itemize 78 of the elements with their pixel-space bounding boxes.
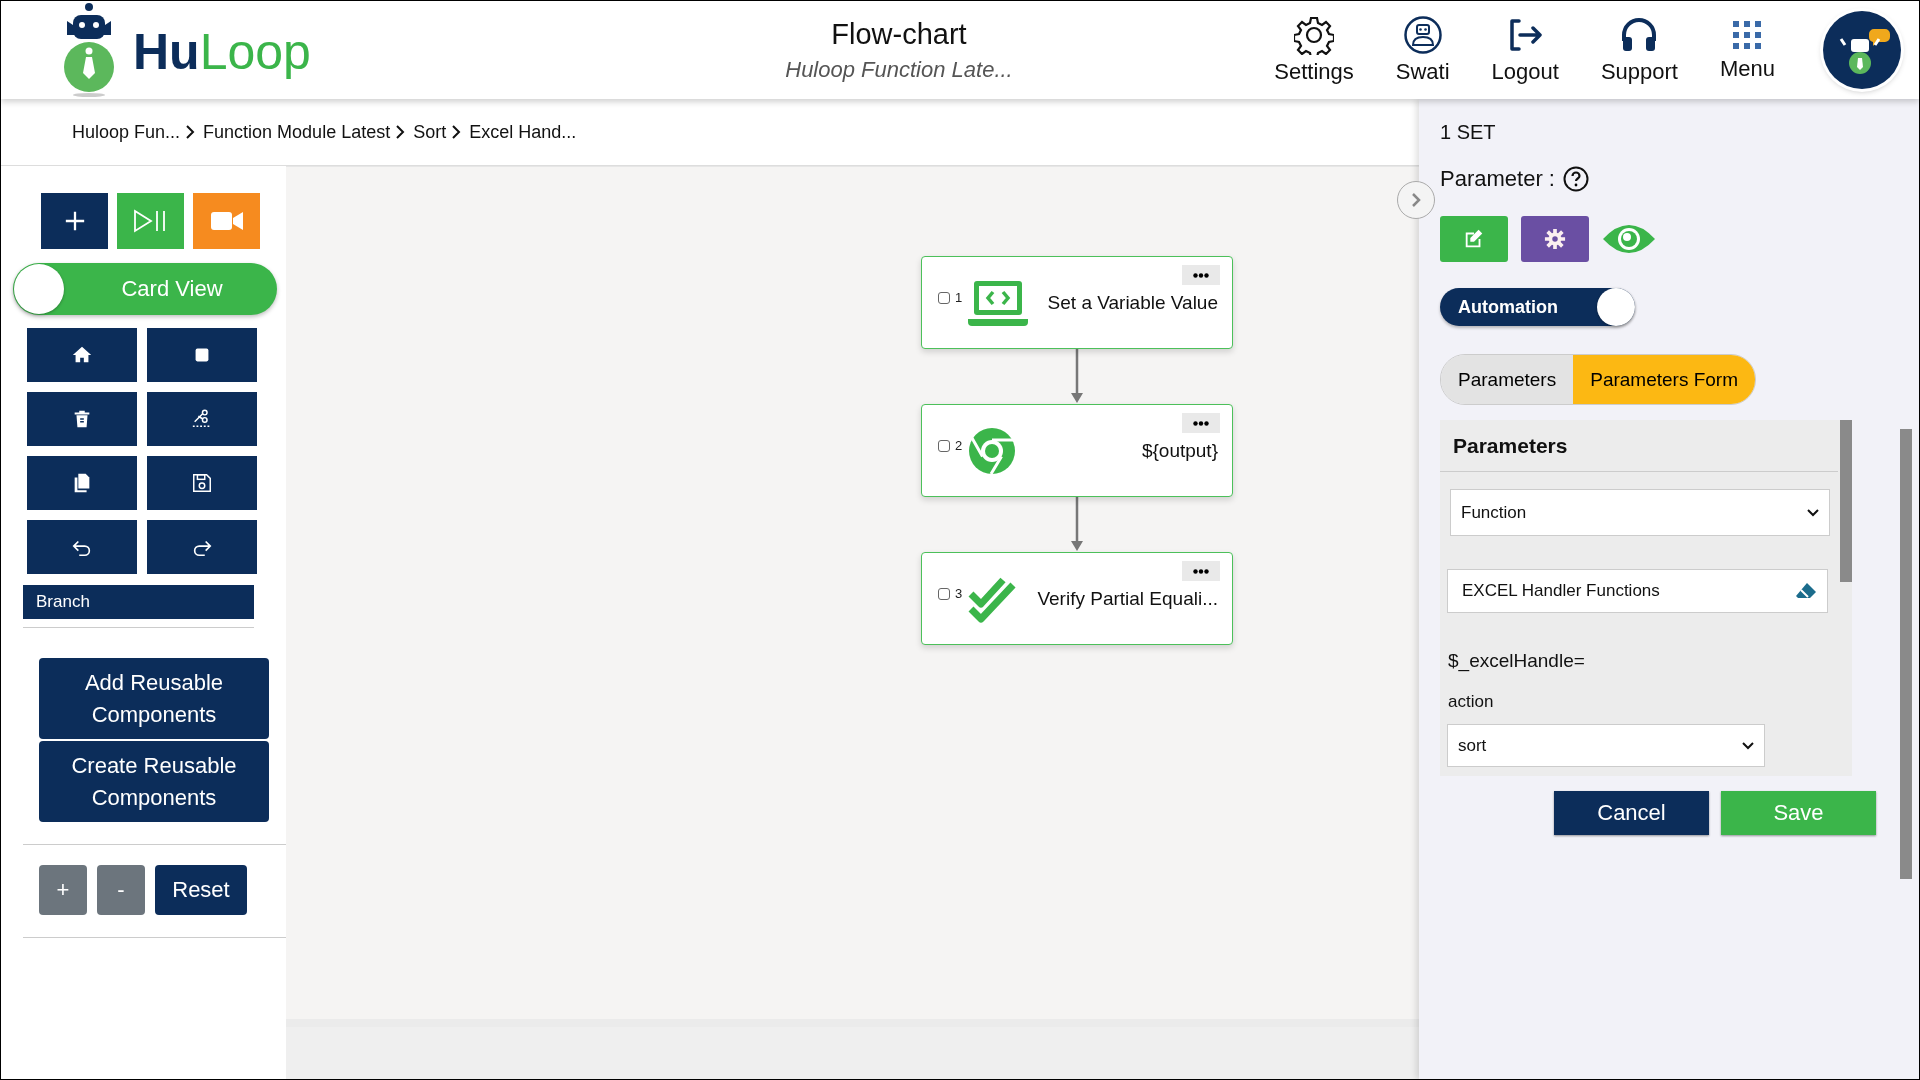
home-button[interactable] [27, 328, 137, 382]
nav-button[interactable]: Support [1586, 15, 1692, 85]
nav-button[interactable]: Logout [1477, 15, 1573, 85]
flow-step-card[interactable]: 1 Set a Variable Value [921, 256, 1233, 349]
function-input-field[interactable]: EXCEL Handler Functions [1447, 569, 1828, 613]
chevron-icon [452, 125, 462, 139]
step-label: ${output} [1141, 439, 1218, 462]
edit-button[interactable] [1440, 216, 1508, 262]
branch-button[interactable]: Branch [23, 585, 254, 619]
more-button[interactable] [1182, 265, 1220, 285]
tab[interactable]: Parameters [1441, 355, 1574, 404]
page-subtitle: Huloop Function Late... [785, 56, 1013, 83]
edit-icon [1463, 228, 1485, 250]
gear-icon [1544, 228, 1566, 250]
step-checkbox[interactable] [938, 439, 950, 452]
assignment-label: $_excelHandle= [1448, 650, 1586, 672]
connector-arrow [1070, 349, 1084, 404]
step-number: 2 [955, 438, 963, 453]
video-camera-icon [210, 210, 243, 232]
copy-button[interactable] [27, 456, 137, 510]
nav-button[interactable]: Swati [1381, 15, 1464, 85]
function-dropdown[interactable]: Function [1450, 489, 1830, 536]
reusable-components-button[interactable]: Add Reusable Components [39, 658, 269, 739]
menu-button[interactable]: Menu [1705, 18, 1789, 82]
step-number: 3 [955, 586, 963, 601]
parameters-heading: Parameters [1440, 420, 1838, 472]
laptop-code-icon [968, 278, 1029, 327]
chevron-icon [186, 125, 196, 139]
step-title: 1 SET [1440, 121, 1497, 144]
automation-toggle[interactable]: Automation [1440, 288, 1635, 326]
page-title: Flow-chart [831, 17, 967, 51]
more-button[interactable] [1182, 561, 1220, 581]
save-button[interactable] [147, 456, 257, 510]
chevron-icon [396, 125, 406, 139]
zoom-button[interactable]: - [97, 865, 145, 915]
stop-button[interactable] [147, 328, 257, 382]
flow-step-card[interactable]: 2 ${output} [921, 404, 1233, 497]
settings-button[interactable] [1521, 216, 1589, 262]
step-label: Set a Variable Value [1047, 291, 1218, 314]
more-icon [1193, 568, 1209, 574]
flow-step-card[interactable]: 3 Verify Partial Equali... [921, 552, 1233, 645]
eraser-icon[interactable] [1795, 582, 1817, 600]
chevron-down-icon [1807, 508, 1819, 517]
nav-button[interactable]: Settings [1260, 15, 1368, 85]
more-icon [1193, 272, 1209, 278]
parameter-label: Parameter : [1440, 166, 1555, 192]
robot-avatar-icon [1402, 15, 1443, 55]
chevron-down-icon [1742, 741, 1754, 750]
action-label: action [1448, 692, 1495, 712]
eye-icon[interactable] [1602, 222, 1656, 256]
step-checkbox[interactable] [938, 587, 950, 600]
help-icon[interactable] [1562, 166, 1589, 192]
reusable-components-button[interactable]: Create Reusable Components [39, 741, 269, 822]
reset-button[interactable]: Reset [155, 865, 247, 915]
tab[interactable]: Parameters Form [1573, 355, 1755, 404]
assistant-avatar[interactable] [1823, 11, 1901, 89]
action-dropdown[interactable]: sort [1447, 724, 1765, 767]
zoom-button[interactable]: + [39, 865, 87, 915]
connector-arrow [1070, 497, 1084, 552]
breadcrumb-link[interactable]: Excel Hand... [469, 121, 577, 143]
logo-wordmark: HuLoop [133, 27, 311, 77]
step-checkbox[interactable] [938, 291, 950, 304]
more-icon [1193, 420, 1209, 426]
cancel-button[interactable]: Cancel [1554, 791, 1709, 835]
step-label: Verify Partial Equali... [1037, 587, 1218, 610]
settings-icon [1294, 15, 1335, 55]
plus-icon [63, 210, 86, 232]
delete-button[interactable] [27, 392, 137, 446]
chevron-right-icon [1411, 193, 1421, 207]
step-number: 1 [955, 290, 963, 305]
scrollbar[interactable] [1900, 429, 1912, 879]
more-button[interactable] [1182, 413, 1220, 433]
breadcrumb-link[interactable]: Function Module Latest [203, 121, 391, 143]
browser-logo-icon [968, 426, 1017, 475]
collapse-button[interactable] [1397, 181, 1435, 219]
breadcrumb-link[interactable]: Huloop Fun... [72, 121, 181, 143]
breadcrumb-link[interactable]: Sort [413, 121, 447, 143]
scrollbar[interactable] [1840, 420, 1852, 582]
